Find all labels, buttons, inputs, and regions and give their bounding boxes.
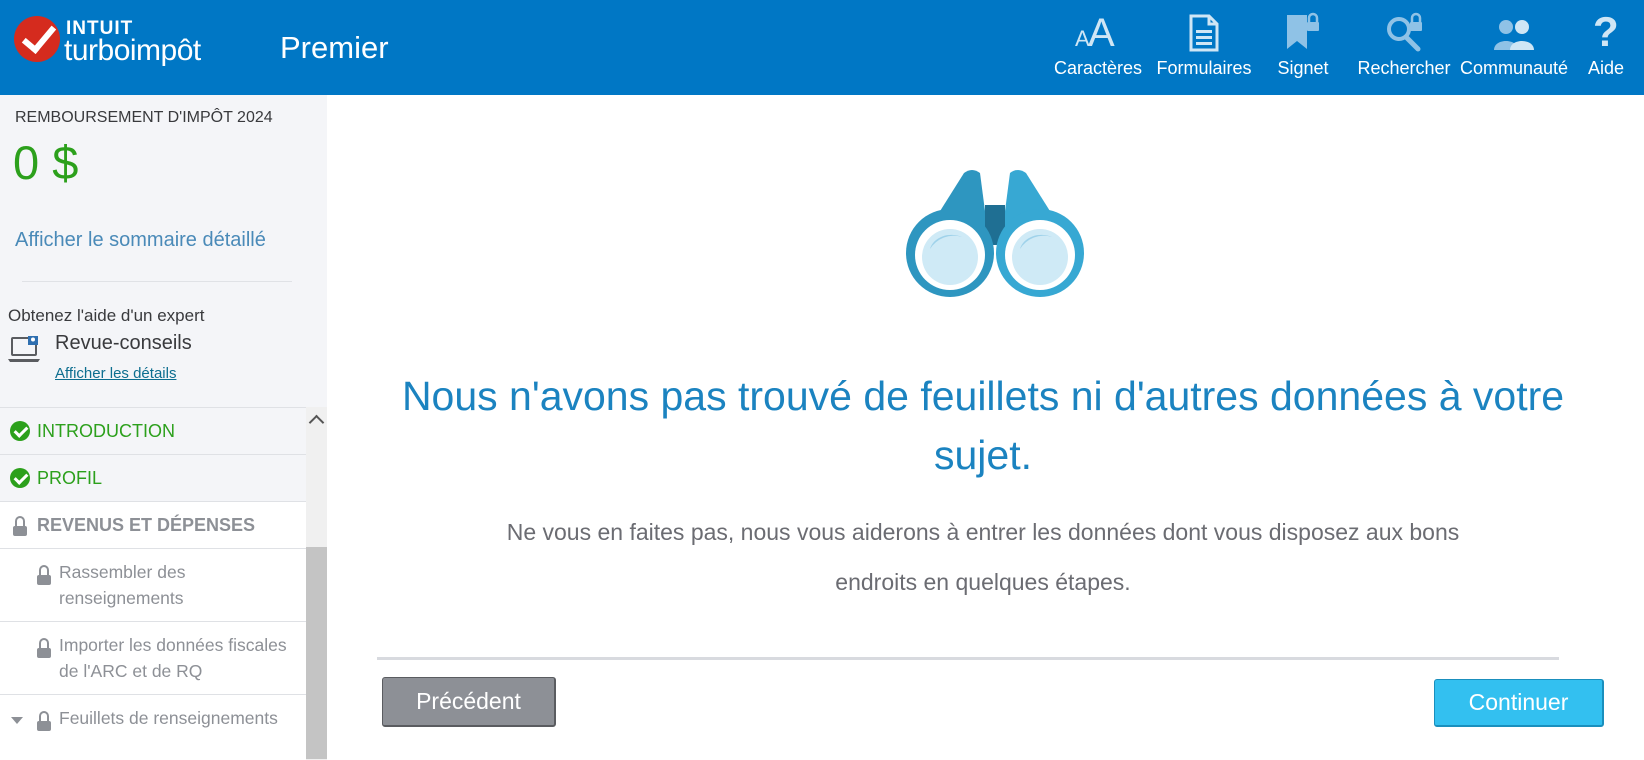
product-name: Premier xyxy=(280,30,389,65)
refund-amount: 0 $ xyxy=(13,136,79,189)
forms-icon xyxy=(1188,0,1220,58)
lock-icon xyxy=(13,516,33,536)
tool-label: Communauté xyxy=(1459,58,1569,78)
nav-item-rassembler[interactable]: Rassembler des renseignements xyxy=(0,548,306,621)
expert-service-name: Revue-conseils xyxy=(55,332,192,354)
expert-details-link[interactable]: Afficher les détails xyxy=(55,365,176,382)
nav-item-label: PROFIL xyxy=(37,468,103,488)
help-icon: ? xyxy=(1591,0,1621,58)
tool-caracteres[interactable]: A A Caractères xyxy=(1050,0,1146,95)
tool-label: Formulaires xyxy=(1156,58,1252,78)
footer-divider xyxy=(377,657,1559,660)
scroll-up-arrow-icon[interactable] xyxy=(306,407,327,433)
sidebar-divider xyxy=(22,281,292,282)
page-headline: Nous n'avons pas trouvé de feuillets ni … xyxy=(401,373,1565,478)
check-circle-icon xyxy=(10,421,30,441)
previous-button[interactable]: Précédent xyxy=(382,677,556,727)
tool-label: Signet xyxy=(1277,58,1329,78)
binoculars-icon xyxy=(902,167,1088,299)
scrollbar-thumb[interactable] xyxy=(306,547,327,759)
check-circle-icon xyxy=(10,468,30,488)
nav-item-label: Rassembler des renseignements xyxy=(59,562,186,608)
expert-help-title: Obtenez l'aide d'un expert xyxy=(8,306,205,325)
nav-item-label: Feuillets de renseignements xyxy=(59,708,278,728)
lock-icon xyxy=(37,638,57,658)
nav-item-introduction[interactable]: INTRODUCTION xyxy=(0,407,306,454)
nav-item-label: REVENUS ET DÉPENSES xyxy=(37,515,256,535)
nav-item-label: Importer les données fiscales de l'ARC e… xyxy=(59,635,287,681)
turboimpot-logo[interactable]: INTUIT turboimpôt xyxy=(14,16,214,72)
tool-label: Aide xyxy=(1587,58,1625,78)
community-icon xyxy=(1492,0,1536,58)
svg-text:A: A xyxy=(1088,11,1115,52)
font-size-icon: A A xyxy=(1075,0,1121,58)
caret-down-icon[interactable] xyxy=(11,717,23,724)
header-toolbar: A A Caractères Formulaires Signet Recher… xyxy=(1050,0,1644,95)
refund-label: REMBOURSEMENT D'IMPÔT 2024 xyxy=(15,109,273,126)
bookmark-icon xyxy=(1283,0,1323,58)
tool-rechercher[interactable]: Rechercher xyxy=(1354,0,1454,95)
page-subtext: Ne vous en faites pas, nous vous aideron… xyxy=(506,519,1460,595)
search-icon xyxy=(1384,0,1424,58)
nav-item-profil[interactable]: PROFIL xyxy=(0,454,306,501)
detailed-summary-link[interactable]: Afficher le sommaire détaillé xyxy=(15,229,266,252)
lock-icon xyxy=(37,711,57,731)
nav-item-importer[interactable]: Importer les données fiscales de l'ARC e… xyxy=(0,621,306,694)
sidebar-scrollbar[interactable] xyxy=(306,407,327,760)
continue-button[interactable]: Continuer xyxy=(1434,679,1604,727)
checkmark-logo-icon xyxy=(14,16,60,62)
nav-item-revenus-depenses[interactable]: REVENUS ET DÉPENSES xyxy=(0,501,306,548)
tool-signet[interactable]: Signet xyxy=(1256,0,1350,95)
sidebar-nav: INTRODUCTION PROFIL REVENUS ET DÉPENSES … xyxy=(0,407,306,760)
tool-formulaires[interactable]: Formulaires xyxy=(1152,0,1256,95)
laptop-expert-icon xyxy=(8,335,42,363)
top-header: INTUIT turboimpôt Premier A A Caractères xyxy=(0,0,1644,95)
sidebar: REMBOURSEMENT D'IMPÔT 2024 0 $ Afficher … xyxy=(0,95,327,760)
tool-label: Rechercher xyxy=(1357,58,1451,78)
lock-icon xyxy=(37,565,57,585)
tool-aide[interactable]: ? Aide xyxy=(1576,0,1636,95)
nav-item-label: INTRODUCTION xyxy=(37,421,175,441)
tool-communaute[interactable]: Communauté xyxy=(1456,0,1572,95)
tool-label: Caractères xyxy=(1053,58,1143,78)
svg-text:?: ? xyxy=(1593,10,1619,52)
brand-name: turboimpôt xyxy=(64,34,201,67)
nav-item-feuillets[interactable]: Feuillets de renseignements xyxy=(0,694,306,760)
main-content: Nous n'avons pas trouvé de feuillets ni … xyxy=(327,95,1644,760)
